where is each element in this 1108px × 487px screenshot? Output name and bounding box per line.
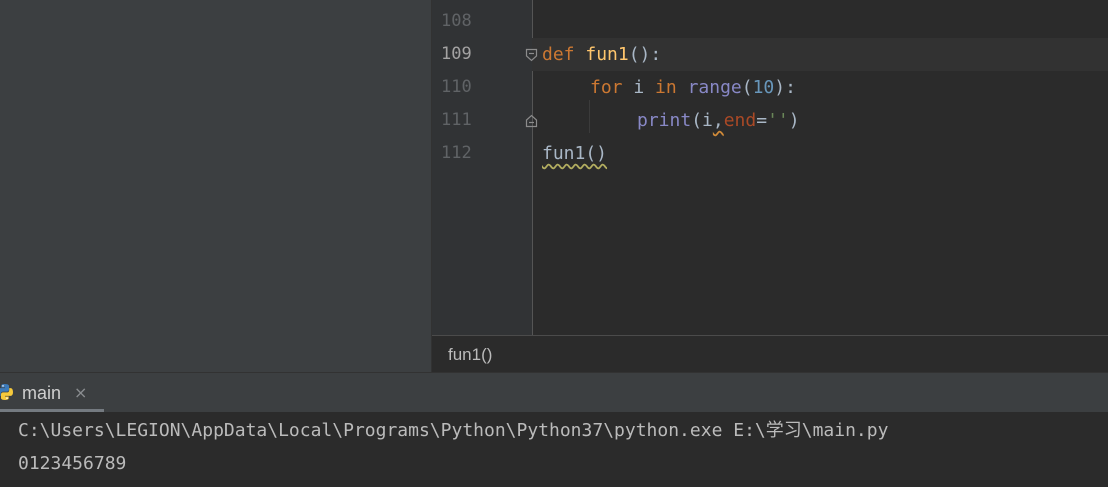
breadcrumb: fun1() (432, 335, 1108, 372)
code-line-108[interactable]: 108 (432, 5, 1108, 38)
run-tool-window-tabbar: main × (0, 372, 1108, 413)
code-text: print(i,end='') (637, 110, 800, 131)
run-tab-main[interactable]: main × (0, 373, 104, 413)
code-line-109[interactable]: 109 def fun1(): (432, 38, 1108, 71)
project-panel (0, 0, 432, 372)
line-number: 112 (441, 143, 472, 163)
breadcrumb-item[interactable]: fun1() (448, 336, 492, 373)
fold-start-icon[interactable] (525, 48, 538, 62)
close-icon[interactable]: × (74, 373, 87, 413)
code-editor[interactable]: 108 109 def fun1(): 110 for i in range(1… (432, 0, 1108, 335)
code-line-110[interactable]: 110 for i in range(10): (432, 71, 1108, 104)
console-command-line: C:\Users\LEGION\AppData\Local\Programs\P… (18, 420, 889, 441)
code-line-112[interactable]: 112 fun1() (432, 137, 1108, 170)
code-text: def fun1(): (542, 44, 662, 65)
code-text: fun1() (542, 143, 608, 164)
line-number: 109 (432, 38, 532, 71)
line-number: 110 (441, 77, 472, 97)
code-text: for i in range(10): (590, 77, 796, 98)
console-output-line: 0123456789 (18, 453, 127, 474)
run-tab-label: main (22, 383, 62, 403)
fold-end-icon[interactable] (525, 114, 538, 128)
run-console-output[interactable]: C:\Users\LEGION\AppData\Local\Programs\P… (0, 412, 1108, 487)
line-number: 108 (441, 11, 472, 31)
line-number: 111 (441, 110, 472, 130)
python-icon (0, 384, 13, 400)
code-line-111[interactable]: 111 print(i,end='') (432, 104, 1108, 137)
